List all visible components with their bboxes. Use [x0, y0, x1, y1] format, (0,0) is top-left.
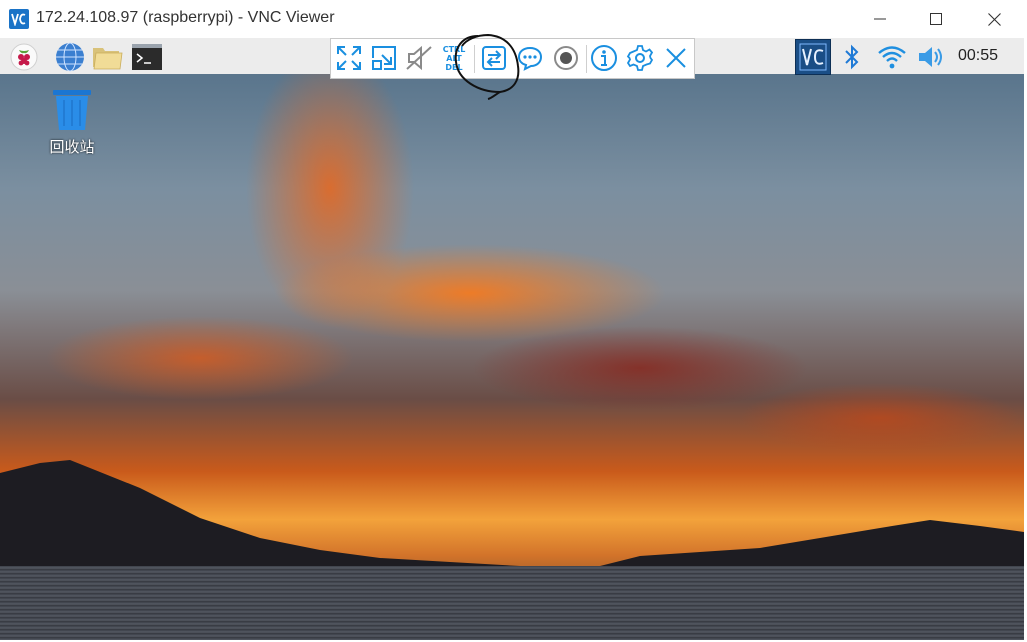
file-transfer-icon	[482, 46, 506, 70]
fullscreen-icon	[337, 46, 361, 70]
minimize-button[interactable]	[852, 0, 908, 38]
window-title-bar[interactable]: 172.24.108.97 (raspberrypi) - VNC Viewer	[0, 0, 1027, 38]
remote-desktop-view[interactable]: 00:55 回收站	[0, 38, 1024, 640]
file-transfer-button[interactable]	[479, 43, 509, 73]
fullscreen-button[interactable]	[334, 43, 364, 73]
wifi-icon	[878, 46, 906, 69]
terminal-icon	[132, 44, 162, 70]
web-browser-button[interactable]	[54, 41, 86, 73]
maximize-icon	[930, 13, 942, 25]
audio-button[interactable]	[404, 43, 434, 73]
record-icon	[554, 46, 578, 70]
toolbar-separator	[586, 45, 587, 73]
vnc-server-icon	[799, 43, 827, 71]
settings-button[interactable]	[625, 43, 655, 73]
svg-text:ALT: ALT	[446, 54, 462, 63]
file-manager-button[interactable]	[92, 41, 124, 73]
file-manager-folder-icon	[93, 48, 123, 70]
chat-icon	[517, 46, 543, 71]
volume-icon	[919, 47, 942, 67]
terminal-button[interactable]	[131, 41, 163, 73]
wallpaper-mountains	[0, 460, 1024, 578]
raspberry-menu-button[interactable]	[8, 41, 40, 73]
trash-icon	[53, 90, 91, 130]
bluetooth-button[interactable]	[836, 41, 868, 73]
record-button[interactable]	[551, 43, 581, 73]
close-toolbar-icon	[666, 48, 686, 68]
svg-text:CTRL: CTRL	[443, 45, 466, 54]
desktop-icon-trash[interactable]: 回收站	[36, 88, 108, 157]
chat-button[interactable]	[515, 43, 545, 73]
toolbar-separator	[474, 45, 475, 73]
minimize-icon	[874, 18, 886, 20]
close-button[interactable]	[966, 0, 1022, 38]
taskbar-clock[interactable]: 00:55	[958, 47, 998, 65]
raspberry-menu-icon	[10, 43, 38, 71]
wallpaper-sea	[0, 566, 1024, 640]
scale-button[interactable]	[369, 43, 399, 73]
ctrl-alt-del-icon: CTRL ALT DEL	[443, 45, 466, 72]
ctrl-alt-del-button[interactable]: CTRL ALT DEL	[439, 43, 469, 73]
info-icon	[591, 45, 617, 71]
audio-muted-icon	[406, 45, 432, 71]
window-title: 172.24.108.97 (raspberrypi) - VNC Viewer	[36, 9, 335, 26]
vnc-server-tray-button[interactable]	[795, 39, 831, 75]
vnc-toolbar: CTRL ALT DEL	[330, 38, 695, 79]
maximize-button[interactable]	[908, 0, 964, 38]
web-browser-globe-icon	[56, 42, 84, 72]
info-button[interactable]	[589, 43, 619, 73]
svg-text:DEL: DEL	[445, 63, 462, 72]
settings-icon	[626, 45, 654, 71]
bluetooth-icon	[845, 44, 859, 70]
close-toolbar-button[interactable]	[661, 43, 691, 73]
close-icon	[987, 12, 1001, 26]
desktop-icon-label: 回收站	[49, 138, 95, 156]
scale-icon	[372, 46, 396, 70]
vnc-viewer-icon	[9, 9, 29, 29]
volume-button[interactable]	[916, 41, 948, 73]
wifi-button[interactable]	[876, 41, 908, 73]
